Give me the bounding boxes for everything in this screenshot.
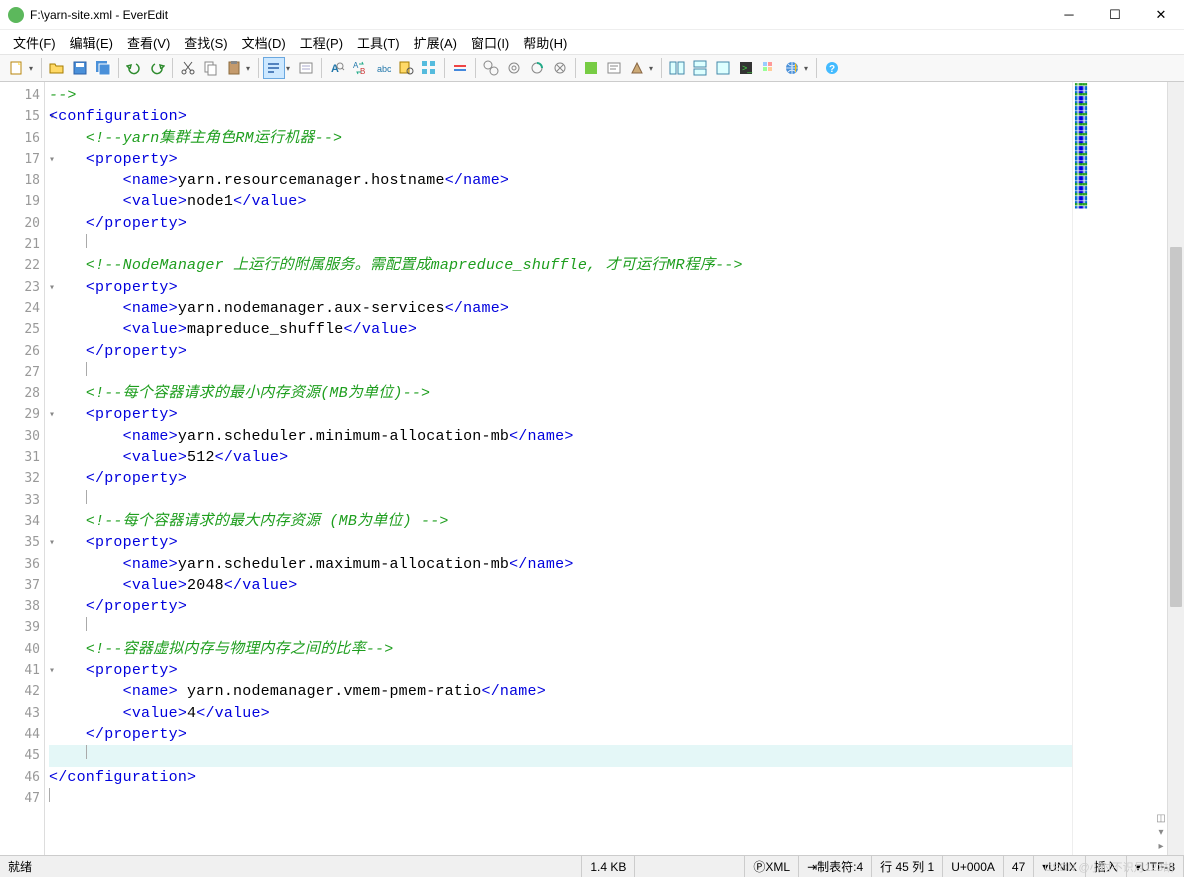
replace-icon[interactable]: AB [349,57,371,79]
split-toggle-icon[interactable]: ◫ [1155,813,1167,825]
menubar: 文件(F)编辑(E)查看(V)查找(S)文档(D)工程(P)工具(T)扩展(A)… [0,30,1184,54]
menu-item[interactable]: 工程(P) [293,31,350,54]
code-editor[interactable]: --><configuration> <!--yarn集群主角色RM运行机器--… [45,82,1072,855]
app-icon [8,7,24,23]
titlebar: F:\yarn-site.xml - EverEdit ─ ☐ ✕ [0,0,1184,30]
expand-icon[interactable]: ▸ [1155,841,1167,853]
svg-text:A: A [353,61,359,70]
split-h-icon[interactable] [666,57,688,79]
line-gutter[interactable]: 1415161718192021222324252627282930313233… [0,82,45,855]
build-icon[interactable] [626,57,648,79]
minimize-button[interactable]: ─ [1046,0,1092,30]
cut-icon[interactable] [177,57,199,79]
status-position[interactable]: 行 45 列 1 [872,856,943,877]
corner-controls: ◫ ▾ ▸ [1153,811,1167,855]
new-file-icon[interactable] [6,57,28,79]
whitespace-icon[interactable] [295,57,317,79]
goto-icon[interactable] [395,57,417,79]
comment-icon[interactable] [580,57,602,79]
status-language[interactable]: Ⓟ XML [745,856,799,877]
browser-icon[interactable] [781,57,803,79]
bookmark-icon[interactable] [449,57,471,79]
open-icon[interactable] [46,57,68,79]
save-icon[interactable] [69,57,91,79]
status-tab[interactable]: ⇥ 制表符:4 [799,856,872,877]
split-v-icon[interactable] [689,57,711,79]
status-encoding[interactable]: ▾ UTF-8 [1127,856,1184,877]
status-filesize: 1.4 KB [582,856,635,877]
svg-text:?: ? [829,64,835,75]
menu-item[interactable]: 扩展(A) [407,31,464,54]
compare-icon[interactable] [549,57,571,79]
menu-item[interactable]: 查看(V) [120,31,177,54]
menu-item[interactable]: 帮助(H) [516,31,574,54]
status-ready: 就绪 [0,856,582,877]
toolbar: ▾ ▾ ▾ A AB abc ▾ >_ ▾ ? [0,54,1184,82]
nosplit-icon[interactable] [712,57,734,79]
new-dropdown[interactable]: ▾ [29,64,37,73]
svg-text:>_: >_ [742,63,753,73]
minimap[interactable]: ██ ███████ ██ ████ ██ ██ ████ ██ ██ ████… [1072,82,1167,855]
menu-item[interactable]: 窗口(I) [464,31,516,54]
terminal-icon[interactable]: >_ [735,57,757,79]
menu-item[interactable]: 文档(D) [235,31,293,54]
paste-icon[interactable] [223,57,245,79]
undo-icon[interactable] [123,57,145,79]
unindent-icon[interactable] [503,57,525,79]
linewrap-icon[interactable] [263,57,285,79]
browser-dropdown[interactable]: ▾ [804,64,812,73]
status-lines: 47 [1004,856,1034,877]
menu-item[interactable]: 编辑(E) [63,31,120,54]
scrollbar-thumb[interactable] [1170,247,1182,607]
status-charcode: U+000A [943,856,1004,877]
save-all-icon[interactable] [92,57,114,79]
uncomment-icon[interactable] [603,57,625,79]
indent-icon[interactable] [480,57,502,79]
grid-icon[interactable] [758,57,780,79]
maximize-button[interactable]: ☐ [1092,0,1138,30]
build-dropdown[interactable]: ▾ [649,64,657,73]
statusbar: 就绪 1.4 KB Ⓟ XML ⇥ 制表符:4 行 45 列 1 U+000A … [0,855,1184,877]
menu-item[interactable]: 查找(S) [177,31,234,54]
paste-dropdown[interactable]: ▾ [246,64,254,73]
vertical-scrollbar[interactable] [1167,82,1184,855]
find-in-files-icon[interactable]: abc [372,57,394,79]
window-title: F:\yarn-site.xml - EverEdit [30,8,1046,22]
copy-icon[interactable] [200,57,222,79]
workspace-icon[interactable] [418,57,440,79]
sort-icon[interactable] [526,57,548,79]
find-icon[interactable]: A [326,57,348,79]
status-insert[interactable]: 插入 [1086,856,1127,877]
collapse-icon[interactable]: ▾ [1155,827,1167,839]
menu-item[interactable]: 工具(T) [350,31,407,54]
wrap-dropdown[interactable]: ▾ [286,64,294,73]
menu-item[interactable]: 文件(F) [6,31,63,54]
help-icon[interactable]: ? [821,57,843,79]
svg-text:abc: abc [377,64,391,74]
status-eol[interactable]: ▾ UNIX [1034,856,1086,877]
redo-icon[interactable] [146,57,168,79]
close-button[interactable]: ✕ [1138,0,1184,30]
